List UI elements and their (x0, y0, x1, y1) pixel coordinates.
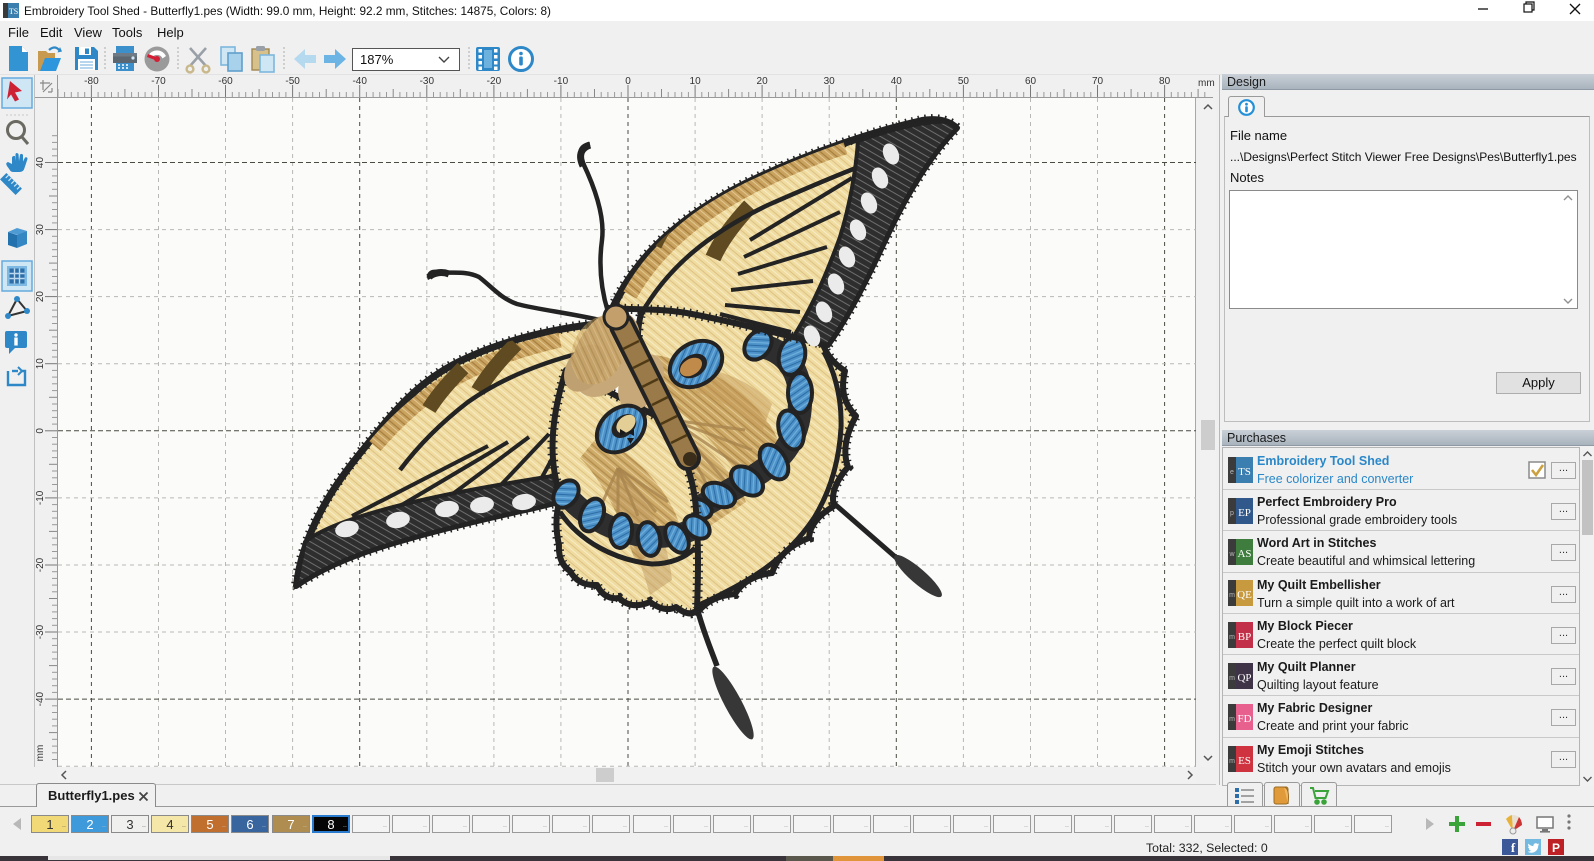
svg-text:m: m (1229, 634, 1235, 641)
svg-text:f: f (1511, 840, 1516, 855)
svg-text:-50: -50 (285, 76, 300, 87)
svg-text:80: 80 (1159, 76, 1171, 87)
svg-text:-40: -40 (35, 691, 46, 706)
svg-text:QE: QE (1237, 589, 1252, 601)
svg-text:-60: -60 (218, 76, 233, 87)
svg-text:AS: AS (1237, 548, 1251, 560)
svg-text:60: 60 (1025, 76, 1037, 87)
svg-text:m: m (1229, 758, 1235, 765)
svg-text:10: 10 (35, 358, 46, 370)
svg-text:40: 40 (35, 157, 46, 169)
svg-text:p: p (1230, 510, 1234, 517)
svg-text:m: m (1229, 716, 1235, 723)
svg-text:TS: TS (1238, 466, 1251, 478)
svg-text:mm: mm (35, 745, 46, 762)
svg-text:30: 30 (824, 76, 836, 87)
svg-text:P: P (1552, 841, 1560, 855)
svg-text:ES: ES (1238, 755, 1251, 767)
svg-text:QP: QP (1237, 672, 1251, 684)
svg-text:EP: EP (1238, 507, 1251, 519)
svg-text:-70: -70 (151, 76, 166, 87)
svg-text:-80: -80 (84, 76, 99, 87)
svg-text:BP: BP (1238, 631, 1251, 643)
svg-text:50: 50 (958, 76, 970, 87)
svg-text:-20: -20 (35, 557, 46, 572)
svg-text:20: 20 (757, 76, 769, 87)
svg-text:-20: -20 (487, 76, 502, 87)
svg-text:-40: -40 (352, 76, 367, 87)
svg-text:20: 20 (35, 291, 46, 303)
svg-text:-10: -10 (554, 76, 569, 87)
svg-text:m: m (1229, 592, 1235, 599)
svg-text:FD: FD (1237, 713, 1251, 725)
svg-text:m: m (1229, 675, 1235, 682)
svg-text:70: 70 (1092, 76, 1104, 87)
svg-text:-10: -10 (35, 490, 46, 505)
svg-text:30: 30 (35, 224, 46, 236)
svg-text:-30: -30 (35, 624, 46, 639)
svg-text:40: 40 (891, 76, 903, 87)
svg-text:-30: -30 (420, 76, 435, 87)
svg-text:10: 10 (690, 76, 702, 87)
svg-text:e: e (1230, 469, 1234, 476)
svg-text:w: w (1228, 551, 1235, 558)
svg-text:0: 0 (625, 76, 631, 87)
svg-text:0: 0 (35, 428, 46, 434)
svg-text:TS: TS (9, 7, 18, 16)
